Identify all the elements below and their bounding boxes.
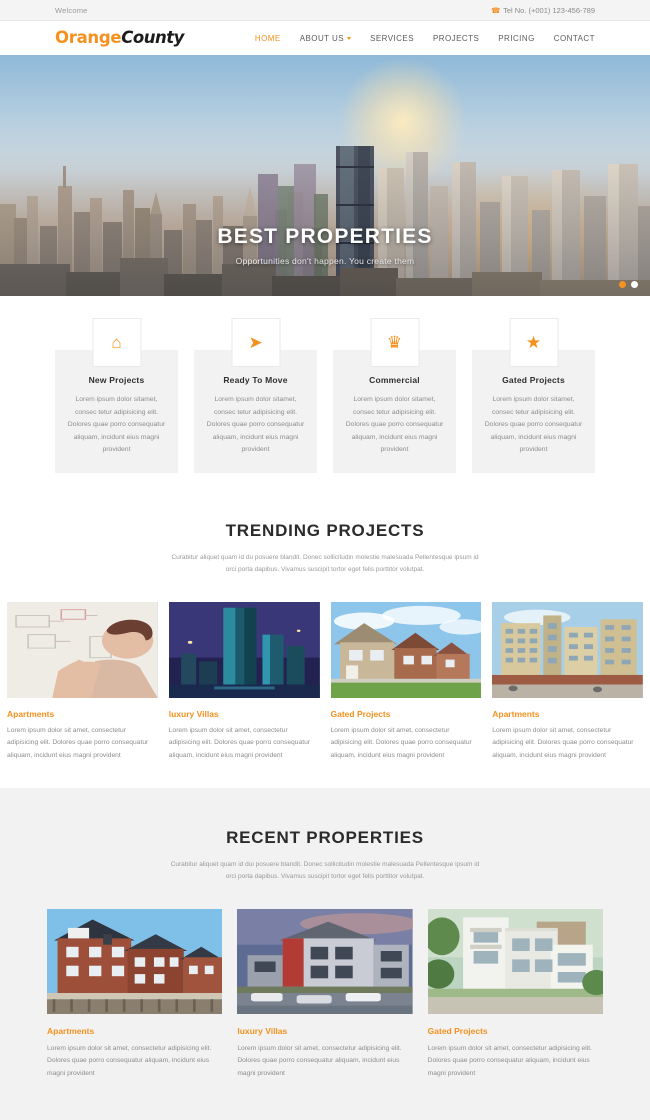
site-logo[interactable]: OrangeCounty [55,28,184,48]
recent-card[interactable]: Apartments Lorem ipsum dolor sit amet, co… [47,909,223,1080]
feature-text: Lorem ipsum dolor sitamet, consec tetur … [345,396,444,454]
slider-dot-1[interactable] [619,281,626,288]
recent-card[interactable]: Gated Projects Lorem ipsum dolor sit amet… [427,909,603,1080]
nav-item-label: ABOUT US [299,33,345,43]
recent-title: RECENT PROPERTIES [226,828,424,848]
feature-title: Gated Projects [502,375,565,385]
slider-dot-2[interactable] [631,281,638,288]
nav-item-pricing[interactable]: PRICING [498,34,535,43]
trending-card-text: Lorem ipsum dolor sit amet, consectetur … [330,726,472,759]
architect-drawing-photo[interactable] [7,601,158,698]
trending-card-text: Lorem ipsum dolor sit amet, consectetur … [492,726,634,759]
feature-title: Commercial [369,375,420,385]
slider-pagination [619,281,638,288]
hero-caption: BEST PROPERTIES Opportunities don't happ… [0,225,650,266]
nav-item-label: HOME [254,33,281,43]
nav-item-label: PROJECTS [432,33,480,43]
feature-text: Lorem ipsum dolor sitamet, consec tetur … [206,396,305,454]
feature-body: New Projects Lorem ipsum dolor sitamet, c… [55,350,178,473]
recent-card-title[interactable]: Gated Projects [428,1026,603,1036]
recent-card-text: Lorem ipsum dolor sit amet, consectetur … [237,1045,402,1077]
modern-duplex-photo[interactable] [237,909,413,1015]
trending-card[interactable]: Apartments Lorem ipsum dolor sit amet, co… [492,601,643,762]
glass-tower-night-photo[interactable] [168,601,320,698]
feature-icon-frame: ♛ [370,318,419,367]
nav-item-contact[interactable]: CONTACT [554,34,595,43]
recent-subtitle: Curabitur aliquet quam id dui posuere bl… [170,861,480,881]
recent-heading-block: RECENT PROPERTIES Curabitur aliquet quam… [0,828,650,883]
trending-card-title[interactable]: Apartments [492,709,643,719]
nav-item-label: SERVICES [370,33,414,43]
home-icon: ⌂ [111,333,122,352]
feature-body: Ready To Move Lorem ipsum dolor sitamet, … [194,350,317,473]
trending-subtitle: Curabitur aliquet quam id du posuere bla… [171,553,479,573]
trending-card-text: Lorem ipsum dolor sit amet, consectetur … [7,726,149,759]
hero-title: BEST PROPERTIES [217,225,433,248]
trending-card-list: Apartments Lorem ipsum dolor sit amet, co… [0,601,650,762]
recent-card-text: Lorem ipsum dolor sit amet, consectetur … [47,1045,212,1077]
logo-text-orange: Orange [55,28,122,47]
recent-card-text: Lorem ipsum dolor sit amet, consectetur … [427,1045,592,1077]
feature-box-gated-projects[interactable]: ★ Gated Projects Lorem ipsum dolor sitamet… [472,318,595,473]
top-bar: Welcome ☎ Tel No. (+001) 123-456-789 [0,0,650,21]
feature-text: Lorem ipsum dolor sitamet, consec tetur … [484,396,583,454]
nav-item-services[interactable]: SERVICES [370,34,414,43]
feature-text: Lorem ipsum dolor sitamet, consec tetur … [67,396,166,454]
recent-card-title[interactable]: Apartments [47,1026,222,1036]
feature-title: Ready To Move [223,375,288,385]
telephone-block[interactable]: ☎ Tel No. (+001) 123-456-789 [491,6,595,15]
recent-card-list: Apartments Lorem ipsum dolor sit amet, co… [0,909,650,1080]
feature-box-new-projects[interactable]: ⌂ New Projects Lorem ipsum dolor sitamet, … [55,318,178,473]
welcome-text: Welcome [55,5,88,15]
nav-item-about-us[interactable]: ABOUT US [299,33,352,43]
trending-projects-section: TRENDING PROJECTS Curabitur aliquet quam… [0,472,650,789]
chevron-down-icon [347,36,352,40]
feature-boxes: ⌂ New Projects Lorem ipsum dolor sitamet, … [0,296,650,473]
nav-item-home[interactable]: HOME [255,34,281,43]
trending-card-title[interactable]: Gated Projects [331,709,482,719]
feature-box-ready-to-move[interactable]: ➤ Ready To Move Lorem ipsum dolor sitamet,… [194,318,317,473]
hero-slider: BEST PROPERTIES Opportunities don't happ… [0,55,650,296]
trophy-icon: ♛ [386,333,403,352]
white-villa-photo[interactable] [427,909,603,1015]
site-header: OrangeCounty HOME ABOUT US SERVICES PROJECT… [0,21,650,55]
feature-icon-frame: ➤ [231,318,280,367]
nav-item-projects[interactable]: PROJECTS [433,34,479,43]
trending-card[interactable]: Apartments Lorem ipsum dolor sit amet, co… [7,601,158,762]
telephone-text: Tel No. (+001) 123-456-789 [503,5,595,15]
apartment-block-photo[interactable] [492,601,643,698]
feature-body: Gated Projects Lorem ipsum dolor sitamet,… [472,350,595,473]
feature-icon-frame: ⌂ [92,318,141,367]
trending-card[interactable]: Gated Projects Lorem ipsum dolor sit amet… [330,601,482,762]
nav-item-label: PRICING [498,33,535,43]
feature-title: New Projects [88,375,145,385]
logo-text-county: County [121,28,184,47]
feature-box-commercial[interactable]: ♛ Commercial Lorem ipsum dolor sitamet, co… [333,318,456,473]
trending-card-text: Lorem ipsum dolor sit amet, consectetur … [168,726,311,759]
trending-card-title[interactable]: Apartments [7,709,158,719]
hero-subtitle: Opportunities don't happen. You create t… [235,256,415,266]
phone-icon: ☎ [490,5,501,15]
rocket-icon: ➤ [248,333,263,352]
trending-card[interactable]: luxury Villas Lorem ipsum dolor sit amet,… [168,601,320,762]
star-icon: ★ [525,333,542,352]
feature-icon-frame: ★ [509,318,558,367]
trending-heading-block: TRENDING PROJECTS Curabitur aliquet quam… [0,521,650,576]
brick-houses-photo[interactable] [47,909,223,1015]
townhouse-row-photo[interactable] [330,601,482,698]
recent-properties-section: RECENT PROPERTIES Curabitur aliquet quam… [0,788,650,1120]
nav-item-label: CONTACT [553,33,595,43]
trending-title: TRENDING PROJECTS [225,520,425,540]
main-navigation: HOME ABOUT US SERVICES PROJECTS PRICING CONTA… [255,34,595,43]
feature-body: Commercial Lorem ipsum dolor sitamet, con… [333,350,456,473]
trending-card-title[interactable]: luxury Villas [169,709,320,719]
recent-card-title[interactable]: luxury Villas [237,1026,412,1036]
recent-card[interactable]: luxury Villas Lorem ipsum dolor sit amet,… [237,909,413,1080]
